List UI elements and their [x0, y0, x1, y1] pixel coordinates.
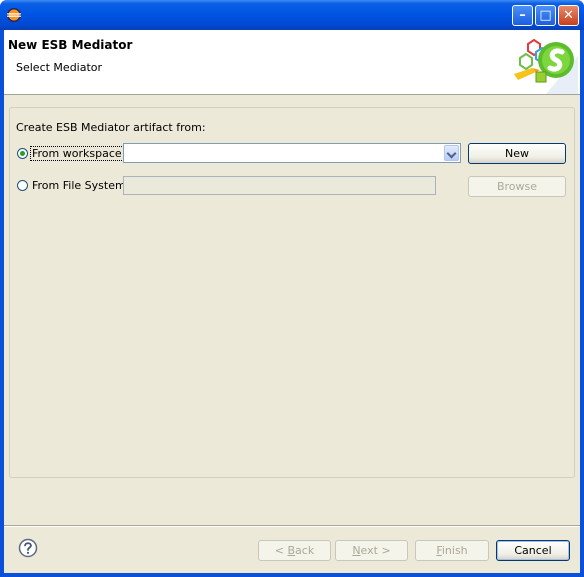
back-label-rest: ack [295, 544, 315, 557]
radio-button-file-system[interactable] [17, 179, 28, 191]
wizard-subtitle: Select Mediator [16, 61, 103, 74]
footer-separator [4, 525, 580, 527]
minimize-icon: – [519, 8, 526, 23]
next-mnemonic: N [352, 544, 361, 557]
back-prefix: < [274, 544, 288, 557]
radio-button-workspace[interactable] [17, 147, 28, 159]
finish-label-rest: inish [441, 544, 468, 557]
group-label: Create ESB Mediator artifact from: [16, 121, 206, 134]
help-icon[interactable] [18, 538, 38, 558]
minimize-button[interactable]: – [512, 5, 533, 26]
finish-button[interactable]: Finish [415, 540, 489, 561]
back-button[interactable]: < Back [258, 540, 331, 561]
radio-label-file-system[interactable]: From File System [31, 179, 127, 192]
eclipse-icon [7, 8, 21, 22]
cancel-button[interactable]: Cancel [496, 540, 570, 561]
browse-button[interactable]: Browse [468, 176, 566, 197]
new-button[interactable]: New [468, 143, 566, 164]
workspace-combo[interactable] [123, 143, 461, 163]
dialog-body: New ESB Mediator Select Mediator Create … [4, 30, 580, 573]
maximize-button[interactable]: □ [535, 5, 556, 26]
next-button[interactable]: Next > [335, 540, 408, 561]
next-label-rest: ext > [360, 544, 391, 557]
maximize-icon: □ [539, 8, 552, 23]
wizard-banner: New ESB Mediator Select Mediator [4, 30, 580, 95]
radio-label-workspace[interactable]: From workspace [30, 145, 124, 161]
close-button[interactable]: ✕ [558, 5, 579, 26]
wizard-title: New ESB Mediator [8, 38, 133, 52]
radio-from-file-system[interactable]: From File System [17, 177, 127, 193]
radio-from-workspace[interactable]: From workspace [17, 145, 124, 161]
chevron-down-icon[interactable] [444, 145, 459, 161]
back-mnemonic: B [287, 544, 296, 557]
esb-wizard-graphic-icon [514, 38, 578, 94]
close-icon: ✕ [563, 8, 574, 23]
title-bar[interactable]: – □ ✕ [0, 0, 584, 30]
dialog-window: – □ ✕ New ESB Mediator Select Mediator C… [0, 0, 584, 577]
file-path-field[interactable] [123, 176, 436, 195]
